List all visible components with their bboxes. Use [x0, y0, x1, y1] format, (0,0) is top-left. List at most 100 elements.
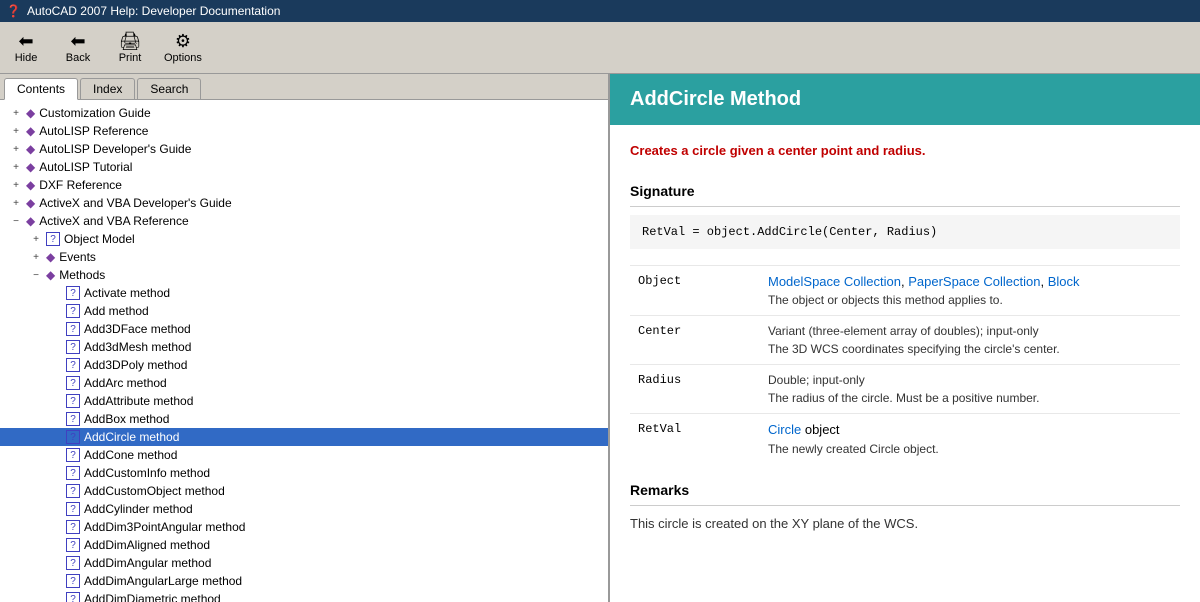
doc-icon: ?	[46, 232, 60, 246]
options-icon: ⚙	[175, 32, 191, 50]
tab-index[interactable]: Index	[80, 78, 135, 99]
tree-item[interactable]: ? AddCone method	[0, 446, 608, 464]
tree-item[interactable]: ?Activate method	[0, 284, 608, 302]
tree-item-label: Add3DFace method	[84, 322, 191, 336]
tree-toggle-icon[interactable]: −	[8, 216, 24, 227]
param-row: ObjectModelSpace Collection, PaperSpace …	[630, 265, 1180, 316]
tree-item[interactable]: ?Add method	[0, 302, 608, 320]
param-desc-cell: Double; input-onlyThe radius of the circ…	[760, 365, 1180, 414]
tree-item[interactable]: +◆ActiveX and VBA Developer's Guide	[0, 194, 608, 212]
tree-item[interactable]: ? AddDimAngularLarge method	[0, 572, 608, 590]
tree-item[interactable]: ? Add3DFace method	[0, 320, 608, 338]
tree-item-label: AddDimDiametric method	[84, 592, 221, 602]
print-label: Print	[119, 52, 142, 64]
tree-item-label: AddArc method	[84, 376, 167, 390]
titlebar-title: AutoCAD 2007 Help: Developer Documentati…	[27, 4, 280, 18]
tree-item-label: AddCone method	[84, 448, 177, 462]
tree-item[interactable]: +◆ AutoLISP Tutorial	[0, 158, 608, 176]
remarks-text: This circle is created on the XY plane o…	[630, 514, 1180, 534]
param-desc-cell: Circle objectThe newly created Circle ob…	[760, 414, 1180, 464]
tree-item[interactable]: ?AddDimAligned method	[0, 536, 608, 554]
param-link[interactable]: Block	[1048, 274, 1080, 289]
tree-item[interactable]: ?AddCustomInfo method	[0, 464, 608, 482]
tree-toggle-icon[interactable]: +	[28, 234, 44, 245]
tree-item[interactable]: −◆Methods	[0, 266, 608, 284]
tab-search[interactable]: Search	[137, 78, 201, 99]
left-panel: Contents Index Search +◆Customization Gu…	[0, 74, 610, 602]
tree-item[interactable]: ? AddAttribute method	[0, 392, 608, 410]
tree-item-label: AutoLISP Tutorial	[39, 160, 132, 174]
tree-item[interactable]: ? AddArc method	[0, 374, 608, 392]
tree-toggle-icon[interactable]: −	[28, 270, 44, 281]
back-icon: ⬅	[70, 32, 85, 50]
param-name-cell: RetVal	[630, 414, 760, 464]
tree-toggle-icon[interactable]: +	[8, 126, 24, 137]
tree-item[interactable]: ?AddDimAngular method	[0, 554, 608, 572]
tree-item[interactable]: ? AddBox method	[0, 410, 608, 428]
tree-item-label: AddCustomObject method	[84, 484, 225, 498]
book-icon: ◆	[26, 160, 35, 174]
tree-toggle-icon[interactable]: +	[28, 252, 44, 263]
tree-item-label: AddDimAngularLarge method	[84, 574, 242, 588]
tree-item[interactable]: ?AddDim3PointAngular method	[0, 518, 608, 536]
param-link[interactable]: Circle	[768, 422, 801, 437]
tree-item[interactable]: +◆Customization Guide	[0, 104, 608, 122]
tree-toggle-icon[interactable]: +	[8, 162, 24, 173]
book-icon: ◆	[26, 124, 35, 138]
param-link[interactable]: PaperSpace Collection	[908, 274, 1040, 289]
param-row: RadiusDouble; input-onlyThe radius of th…	[630, 365, 1180, 414]
main-layout: Contents Index Search +◆Customization Gu…	[0, 74, 1200, 602]
tree-item-label: DXF Reference	[39, 178, 122, 192]
doc-icon: ?	[66, 448, 80, 462]
tree-container[interactable]: +◆Customization Guide+◆AutoLISP Referenc…	[0, 100, 608, 602]
param-name-cell: Radius	[630, 365, 760, 414]
hide-button[interactable]: ⬅ Hide	[8, 32, 44, 64]
tree-toggle-icon[interactable]: +	[8, 180, 24, 191]
toolbar: ⬅ Hide ⬅ Back 🖨 Print ⚙ Options	[0, 22, 1200, 74]
doc-icon: ?	[66, 574, 80, 588]
tree-toggle-icon[interactable]: +	[8, 198, 24, 209]
tree-item[interactable]: ?AddCylinder method	[0, 500, 608, 518]
doc-icon: ?	[66, 538, 80, 552]
tree-item[interactable]: ?Add3DPoly method	[0, 356, 608, 374]
tree-toggle-icon[interactable]: +	[8, 108, 24, 119]
param-description: The 3D WCS coordinates specifying the ci…	[768, 340, 1172, 358]
tree-item[interactable]: +? Object Model	[0, 230, 608, 248]
doc-icon: ?	[66, 322, 80, 336]
tree-toggle-icon[interactable]: +	[8, 144, 24, 155]
param-link[interactable]: ModelSpace Collection	[768, 274, 901, 289]
tree-item[interactable]: +◆Events	[0, 248, 608, 266]
signature-code: RetVal = object.AddCircle(Center, Radius…	[630, 215, 1180, 249]
remarks-heading: Remarks	[630, 480, 1180, 506]
content-summary: Creates a circle given a center point an…	[630, 141, 1180, 161]
tree-item-label: AddAttribute method	[84, 394, 193, 408]
tree-item[interactable]: +◆DXF Reference	[0, 176, 608, 194]
titlebar: ❓ AutoCAD 2007 Help: Developer Documenta…	[0, 0, 1200, 22]
options-button[interactable]: ⚙ Options	[164, 32, 202, 64]
doc-icon: ?	[66, 412, 80, 426]
options-label: Options	[164, 52, 202, 64]
tree-item-label: AutoLISP Developer's Guide	[39, 142, 191, 156]
tree-item-label: Object Model	[64, 232, 135, 246]
tree-item-label: Add3DPoly method	[84, 358, 187, 372]
tree-item-label: ActiveX and VBA Developer's Guide	[39, 196, 231, 210]
hide-icon: ⬅	[18, 32, 33, 50]
tree-item[interactable]: +◆AutoLISP Developer's Guide	[0, 140, 608, 158]
param-links: ModelSpace Collection, PaperSpace Collec…	[768, 272, 1172, 292]
doc-icon: ?	[66, 376, 80, 390]
back-button[interactable]: ⬅ Back	[60, 32, 96, 64]
tree-item[interactable]: +◆AutoLISP Reference	[0, 122, 608, 140]
doc-icon: ?	[66, 484, 80, 498]
tree-item-label: AddBox method	[84, 412, 169, 426]
tree-item[interactable]: ?AddDimDiametric method	[0, 590, 608, 602]
doc-icon: ?	[66, 556, 80, 570]
doc-icon: ?	[66, 502, 80, 516]
tree-item[interactable]: ?Add3dMesh method	[0, 338, 608, 356]
doc-icon: ?	[66, 394, 80, 408]
tree-item-label: Activate method	[84, 286, 170, 300]
tree-item[interactable]: −◆ActiveX and VBA Reference	[0, 212, 608, 230]
tab-contents[interactable]: Contents	[4, 78, 78, 100]
tree-item[interactable]: ? AddCustomObject method	[0, 482, 608, 500]
tree-item[interactable]: ?AddCircle method	[0, 428, 608, 446]
print-button[interactable]: 🖨 Print	[112, 32, 148, 64]
